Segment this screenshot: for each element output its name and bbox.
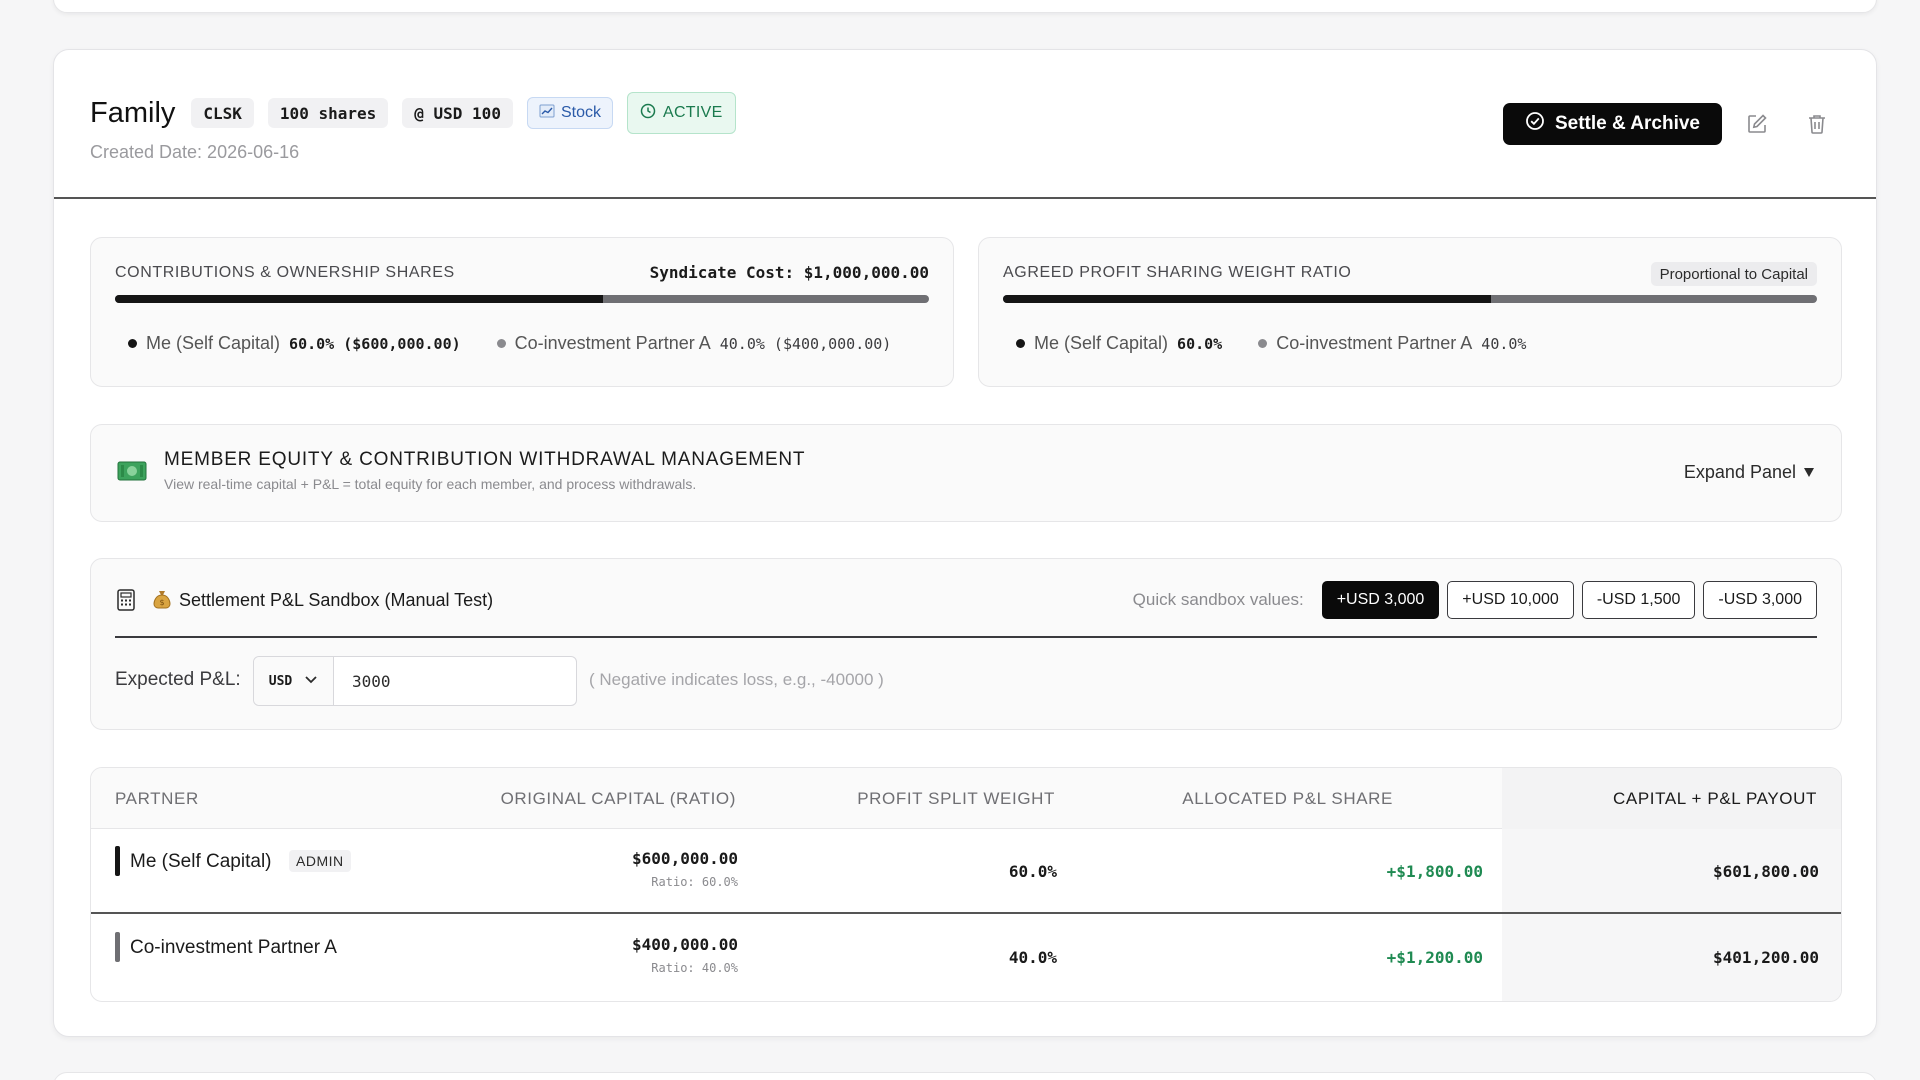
legend-dot — [128, 339, 137, 348]
admin-badge: ADMIN — [289, 850, 351, 872]
chevron-down-icon — [304, 672, 318, 690]
chart-icon — [539, 103, 555, 124]
settle-archive-button[interactable]: Settle & Archive — [1503, 103, 1722, 145]
syndicate-cost: Syndicate Cost: $1,000,000.00 — [649, 263, 929, 282]
next-group-card — [53, 1072, 1877, 1080]
legend-name: Co-investment Partner A — [1276, 333, 1473, 353]
expand-panel-label: Expand Panel — [1683, 462, 1796, 482]
title-row: Family CLSK 100 shares @ USD 100 Stock A… — [90, 92, 736, 134]
table-row: Me (Self Capital) ADMIN $600,000.00 Rati… — [91, 829, 1841, 914]
legend-name: Me (Self Capital) — [146, 333, 281, 353]
created-date: Created Date: 2026-06-16 — [90, 142, 300, 162]
expected-pnl-label: Expected P&L: — [115, 669, 241, 690]
weight-bar-fill-self — [1003, 295, 1492, 303]
capital-ratio: Ratio: 60.0% — [651, 875, 738, 889]
group-card: Family CLSK 100 shares @ USD 100 Stock A… — [53, 49, 1877, 1037]
partner-name: Me (Self Capital) — [130, 851, 272, 872]
weight-bar — [1003, 295, 1817, 303]
legend-value: 40.0% ($400,000.00) — [719, 334, 892, 353]
edit-icon[interactable] — [1743, 110, 1771, 138]
profit-weight-panel: AGREED PROFIT SHARING WEIGHT RATIO Propo… — [978, 237, 1842, 387]
group-header: Family CLSK 100 shares @ USD 100 Stock A… — [54, 50, 1876, 199]
clock-icon — [640, 103, 656, 124]
legend-item-self: Me (Self Capital) 60.0% — [1016, 333, 1222, 354]
capital-ratio: Ratio: 40.0% — [651, 961, 738, 975]
row-accent-bar — [115, 932, 120, 962]
trash-icon[interactable] — [1803, 110, 1831, 138]
group-title: Family — [90, 96, 176, 129]
quick-value-button[interactable]: -USD 3,000 — [1703, 581, 1817, 619]
legend-name: Me (Self Capital) — [1034, 333, 1169, 353]
loss-hint: ( Negative indicates loss, e.g., -40000 … — [589, 670, 884, 689]
legend-item-self: Me (Self Capital) 60.0% ($600,000.00) — [128, 333, 461, 354]
allocation-table-wrap: PARTNER ORIGINAL CAPITAL (RATIO) PROFIT … — [90, 767, 1842, 1002]
expected-pnl-input-group: USD 3000 — [253, 656, 577, 706]
legend-value: 60.0% — [1177, 334, 1223, 353]
allocated-pnl-value: +$1,800.00 — [1386, 862, 1483, 881]
currency-select[interactable]: USD — [254, 657, 334, 705]
asset-type-chip: Stock — [526, 97, 613, 129]
quick-value-button[interactable]: +USD 3,000 — [1321, 581, 1440, 619]
payout-value: $401,200.00 — [1713, 948, 1819, 967]
row-accent-bar — [115, 846, 120, 876]
header-allocated-pnl: ALLOCATED P&L SHARE — [1182, 789, 1393, 808]
table-row: Co-investment Partner A $400,000.00 Rati… — [91, 915, 1841, 1001]
ownership-legend: Me (Self Capital) 60.0% ($600,000.00) Co… — [128, 333, 891, 354]
legend-name: Co-investment Partner A — [514, 333, 711, 353]
asset-type-label: Stock — [560, 104, 601, 121]
calculator-icon — [117, 589, 135, 616]
capital-value: $400,000.00 — [632, 935, 738, 954]
sandbox-title: Settlement P&L Sandbox (Manual Test) — [179, 590, 494, 610]
caret-down-icon — [1803, 462, 1815, 483]
legend-dot — [1016, 339, 1025, 348]
weight-value: 40.0% — [1008, 948, 1057, 967]
sandbox-divider — [115, 636, 1817, 638]
weight-legend: Me (Self Capital) 60.0% Co-investment Pa… — [1016, 333, 1526, 354]
legend-item-partner-a: Co-investment Partner A 40.0% — [1258, 333, 1526, 354]
header-profit-split-weight: PROFIT SPLIT WEIGHT — [857, 789, 1055, 808]
weight-value: 60.0% — [1008, 862, 1057, 881]
equity-panel-title: MEMBER EQUITY & CONTRIBUTION WITHDRAWAL … — [164, 449, 806, 470]
weight-mode-badge: Proportional to Capital — [1650, 262, 1817, 286]
equity-management-panel[interactable]: MEMBER EQUITY & CONTRIBUTION WITHDRAWAL … — [90, 424, 1842, 522]
currency-value: USD — [268, 673, 293, 689]
legend-dot — [496, 339, 506, 348]
quick-value-button[interactable]: -USD 1,500 — [1581, 581, 1696, 619]
legend-dot — [1258, 339, 1268, 348]
shares-chip: 100 shares — [267, 98, 389, 128]
contributions-label: CONTRIBUTIONS & OWNERSHIP SHARES — [115, 264, 455, 281]
money-icon — [117, 459, 147, 488]
status-badge: ACTIVE — [626, 92, 736, 134]
previous-group-card — [53, 0, 1877, 13]
legend-value: 40.0% — [1481, 334, 1527, 353]
equity-panel-subtitle: View real-time capital + P&L = total equ… — [164, 476, 697, 492]
settle-archive-label: Settle & Archive — [1554, 113, 1700, 134]
allocated-pnl-value: +$1,200.00 — [1386, 948, 1483, 967]
legend-item-partner-a: Co-investment Partner A 40.0% ($400,000.… — [496, 333, 892, 354]
check-circle-icon — [1525, 111, 1545, 137]
header-payout: CAPITAL + P&L PAYOUT — [1613, 789, 1817, 808]
svg-text:$: $ — [159, 598, 164, 607]
price-chip: @ USD 100 — [402, 98, 513, 128]
legend-value: 60.0% ($600,000.00) — [289, 334, 461, 353]
sandbox-panel: $ Settlement P&L Sandbox (Manual Test) Q… — [90, 558, 1842, 730]
header-partner: PARTNER — [115, 789, 199, 808]
ownership-bar-fill-self — [115, 295, 604, 303]
payout-value: $601,800.00 — [1713, 862, 1819, 881]
profit-weight-label: AGREED PROFIT SHARING WEIGHT RATIO — [1003, 264, 1352, 281]
ticker-chip: CLSK — [191, 98, 254, 128]
contributions-panel: CONTRIBUTIONS & OWNERSHIP SHARES Syndica… — [90, 237, 954, 387]
header-original-capital: ORIGINAL CAPITAL (RATIO) — [500, 789, 736, 808]
money-bag-icon: $ — [153, 589, 171, 614]
capital-value: $600,000.00 — [632, 849, 738, 868]
quick-value-button[interactable]: +USD 10,000 — [1447, 581, 1574, 619]
status-label: ACTIVE — [662, 104, 723, 121]
expand-panel-toggle[interactable]: Expand Panel — [1684, 462, 1815, 483]
ownership-bar — [115, 295, 929, 303]
quick-values-group: Quick sandbox values: +USD 3,000 +USD 10… — [1133, 581, 1817, 619]
quick-values-label: Quick sandbox values: — [1132, 590, 1304, 609]
expected-pnl-input[interactable]: 3000 — [334, 657, 576, 705]
partner-name: Co-investment Partner A — [130, 937, 337, 958]
